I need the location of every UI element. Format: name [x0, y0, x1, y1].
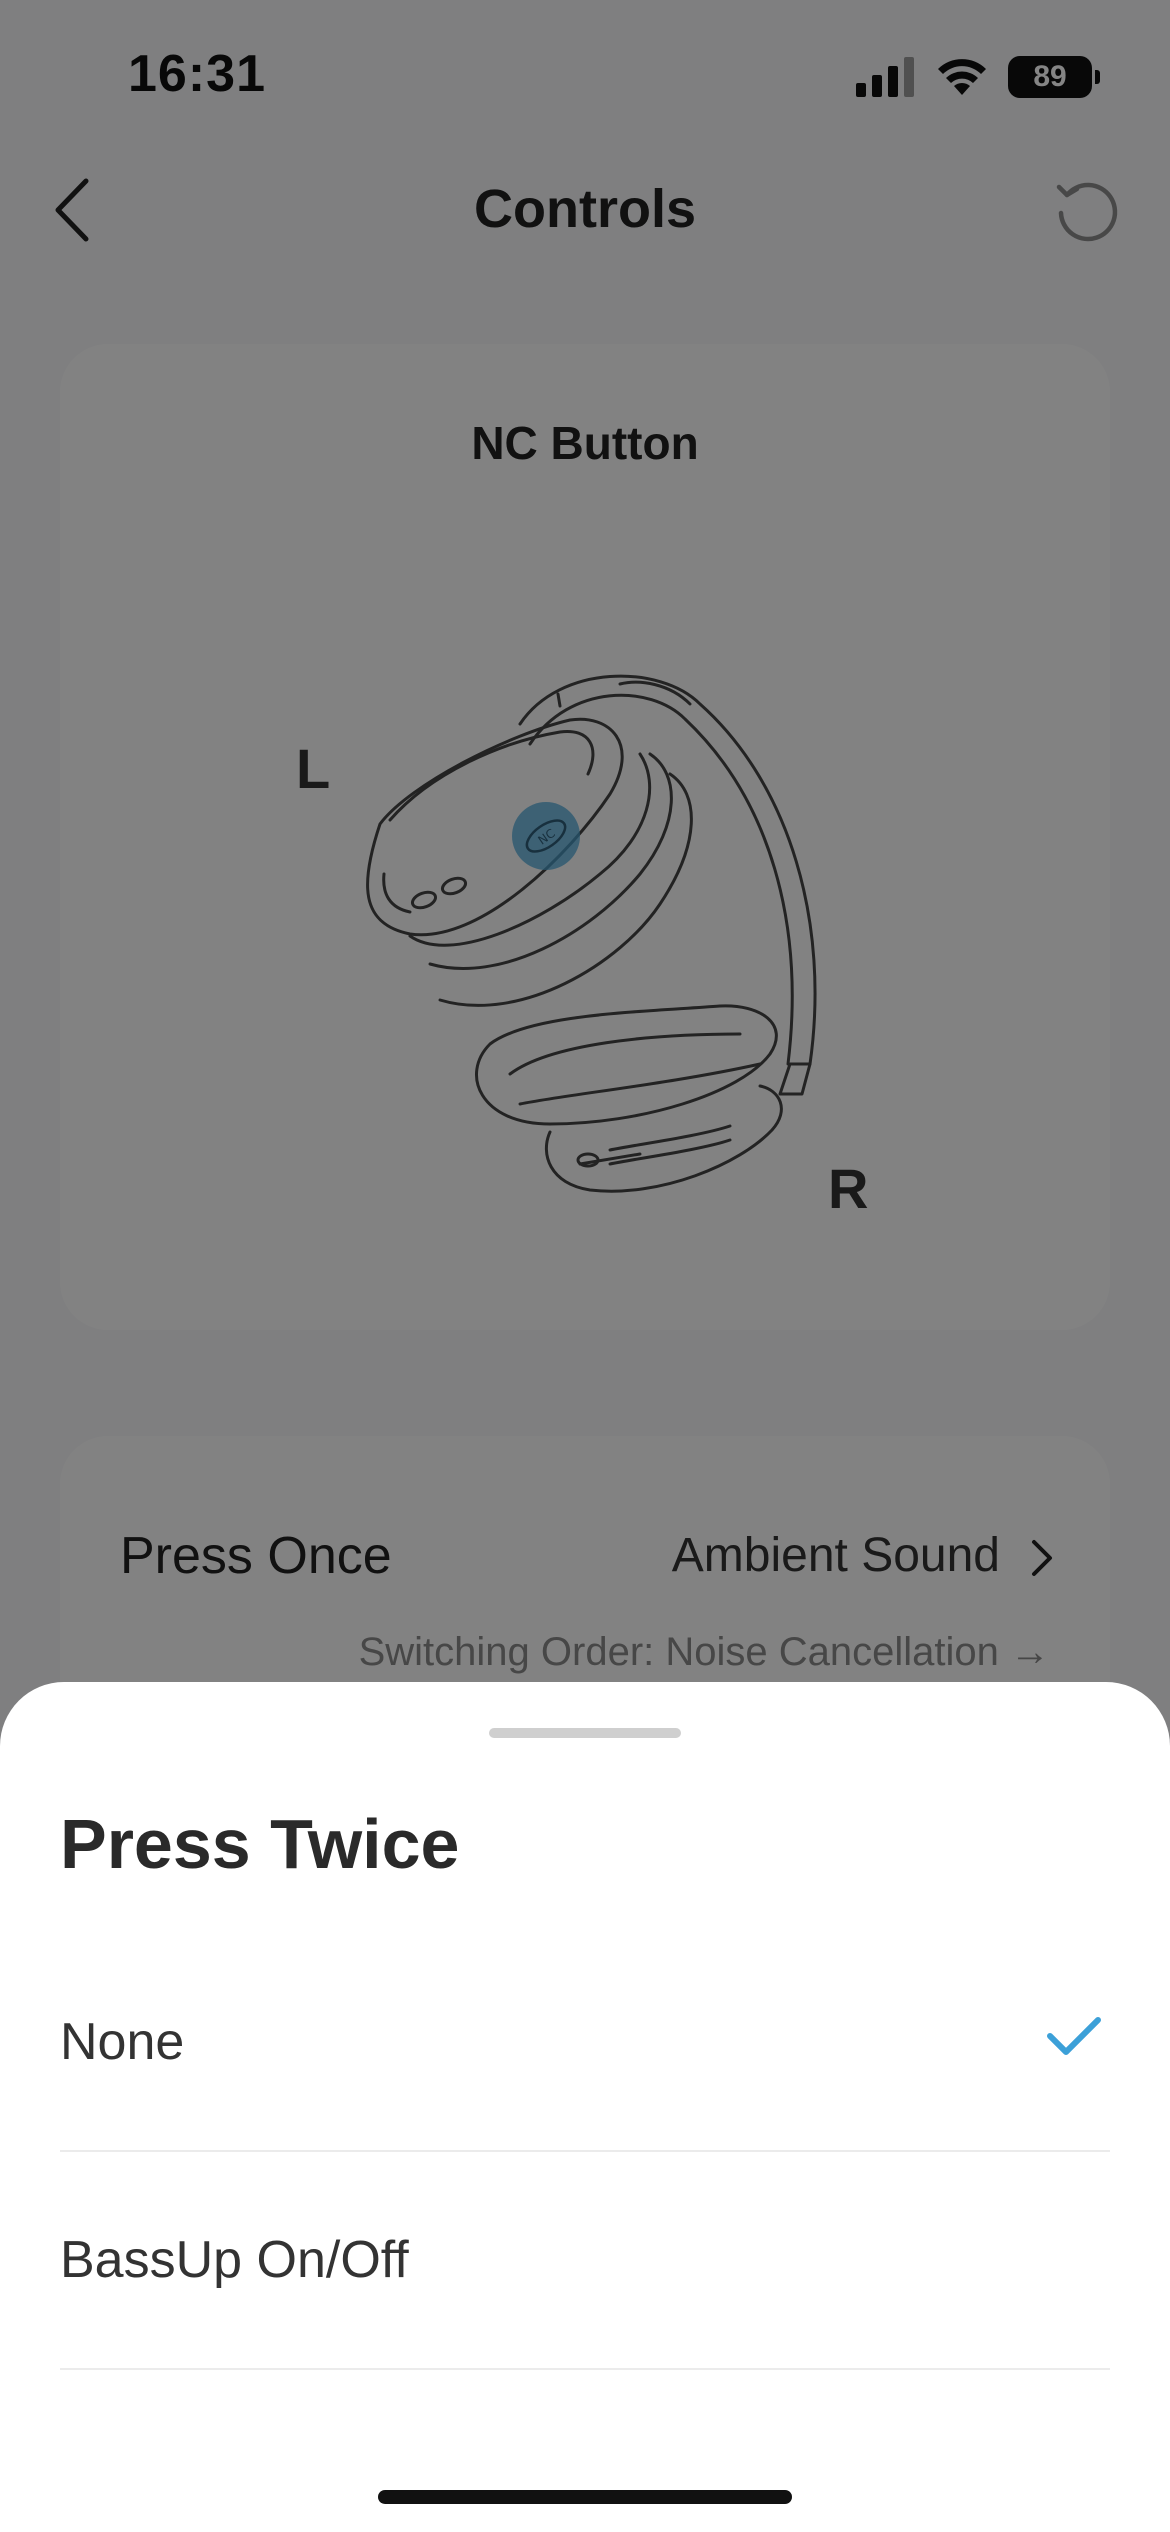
option-bassup[interactable]: BassUp On/Off: [60, 2152, 1110, 2370]
option-none[interactable]: None: [60, 1934, 1110, 2152]
sheet-title: Press Twice: [60, 1805, 460, 1883]
home-indicator[interactable]: [378, 2490, 792, 2504]
check-icon: [1047, 2017, 1101, 2055]
option-label: None: [60, 2013, 185, 2071]
press-twice-sheet: Press Twice None BassUp On/Off: [0, 1682, 1170, 2532]
sheet-handle[interactable]: [489, 1728, 681, 1738]
option-label: BassUp On/Off: [60, 2231, 409, 2289]
